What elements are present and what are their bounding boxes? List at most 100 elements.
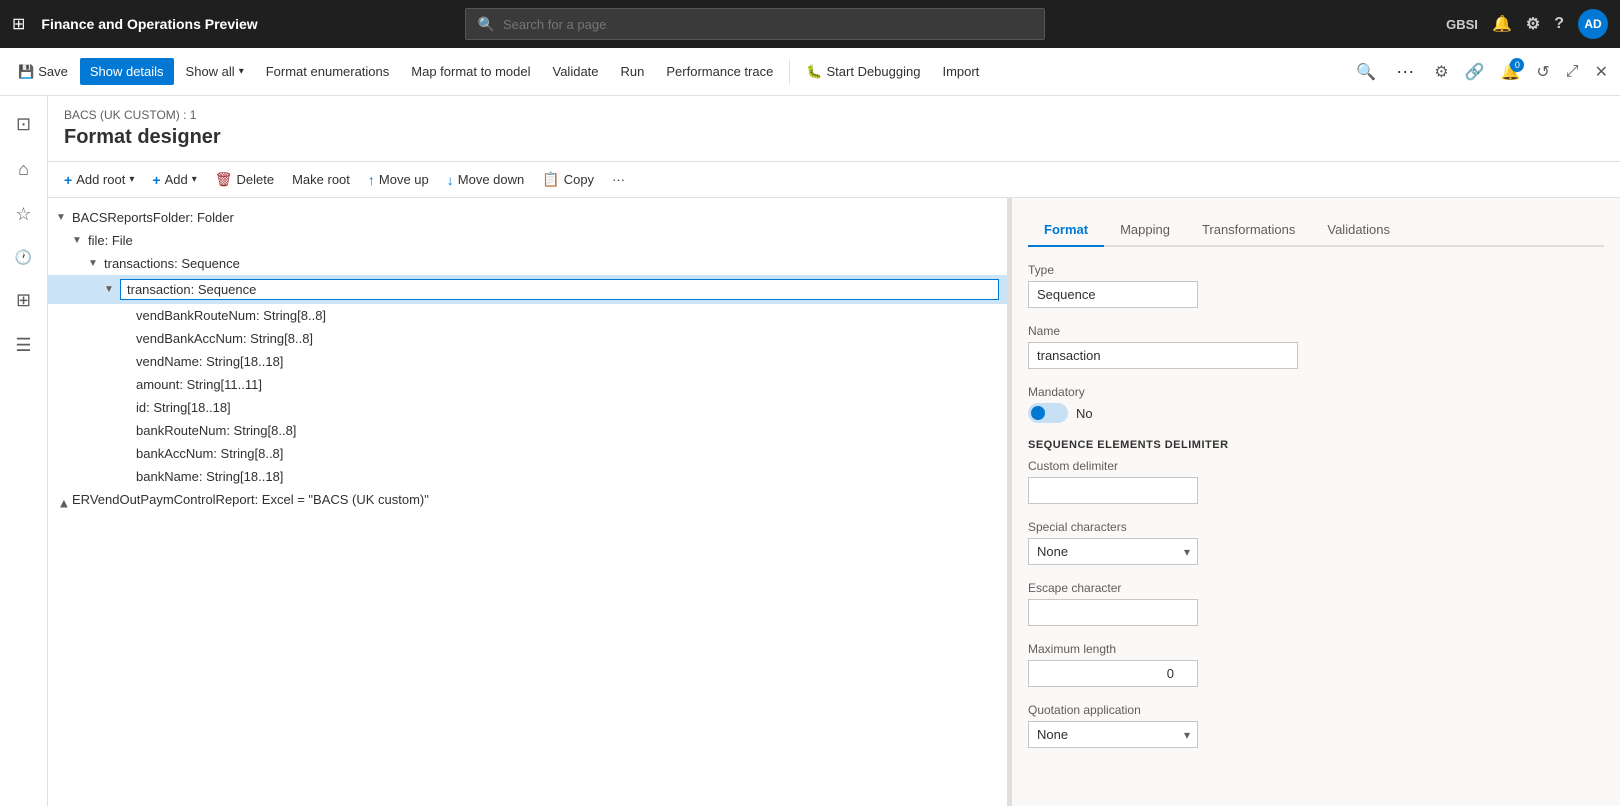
make-root-button[interactable]: Make root	[284, 167, 358, 192]
search-input[interactable]	[503, 17, 1032, 32]
performance-trace-button[interactable]: Performance trace	[656, 58, 783, 85]
custom-delimiter-input[interactable]	[1028, 477, 1198, 504]
expander-file[interactable]: ▼	[72, 235, 88, 246]
gear-icon[interactable]: ⚙	[1526, 14, 1540, 34]
tree-item-vendBankAccNum[interactable]: vendBankAccNum: String[8..8]	[48, 327, 1007, 350]
workspace-icon[interactable]: ⊞	[6, 280, 41, 321]
quotation-select[interactable]: None Single Double	[1028, 721, 1198, 748]
expander-ervendout[interactable]: ▶	[59, 492, 70, 508]
special-chars-select-wrapper: None CR LF CR LF Vertical tab	[1028, 538, 1198, 565]
tab-mapping[interactable]: Mapping	[1104, 214, 1186, 247]
toggle-knob	[1031, 406, 1045, 420]
modules-icon[interactable]: ☰	[5, 325, 41, 366]
map-format-to-model-button[interactable]: Map format to model	[401, 58, 540, 85]
mandatory-toggle-row: No	[1028, 403, 1604, 423]
tree-item-vendBankRouteNum[interactable]: vendBankRouteNum: String[8..8]	[48, 304, 1007, 327]
expander-bacs[interactable]: ▼	[56, 212, 72, 223]
more-button[interactable]: ···	[604, 167, 633, 192]
bell-icon[interactable]: 🔔	[1492, 14, 1512, 34]
help-icon[interactable]: ?	[1554, 15, 1564, 33]
quotation-label: Quotation application	[1028, 703, 1604, 717]
name-group: Name	[1028, 324, 1604, 369]
special-chars-select[interactable]: None CR LF CR LF Vertical tab	[1028, 538, 1198, 565]
special-chars-label: Special characters	[1028, 520, 1604, 534]
tab-format[interactable]: Format	[1028, 214, 1104, 247]
extension-icon[interactable]: 🔗	[1461, 58, 1489, 86]
add-root-icon: +	[64, 172, 72, 188]
show-details-button[interactable]: Show details	[80, 58, 174, 85]
search-cmd-icon[interactable]: 🔍	[1352, 58, 1380, 86]
refresh-icon[interactable]: ↺	[1532, 58, 1553, 86]
tab-validations[interactable]: Validations	[1311, 214, 1406, 247]
max-length-group: Maximum length	[1028, 642, 1604, 687]
expander-transactions[interactable]: ▼	[88, 258, 104, 269]
save-button[interactable]: 💾 Save	[8, 58, 78, 86]
type-input[interactable]	[1028, 281, 1198, 308]
toolbar: + Add root ▾ + Add ▾ 🗑 Delete Make root …	[48, 162, 1620, 198]
user-region: GBSI	[1446, 17, 1478, 32]
customize-icon[interactable]: ⚙	[1430, 58, 1452, 86]
app-title: Finance and Operations Preview	[41, 16, 257, 32]
tree-item-bankRouteNum[interactable]: bankRouteNum: String[8..8]	[48, 419, 1007, 442]
max-length-label: Maximum length	[1028, 642, 1604, 656]
copy-button[interactable]: 📋 Copy	[534, 166, 602, 193]
tree-item-bankName[interactable]: bankName: String[18..18]	[48, 465, 1007, 488]
tab-transformations[interactable]: Transformations	[1186, 214, 1311, 247]
recent-icon[interactable]: 🕐	[5, 239, 42, 276]
more-options-icon[interactable]: ···	[1388, 57, 1422, 86]
max-length-input[interactable]	[1028, 660, 1198, 687]
show-all-button[interactable]: Show all ▾	[176, 58, 254, 85]
quotation-select-wrapper: None Single Double	[1028, 721, 1198, 748]
user-avatar[interactable]: AD	[1578, 9, 1608, 39]
name-input[interactable]	[1028, 342, 1298, 369]
start-debugging-button[interactable]: 🐛 Start Debugging	[796, 58, 930, 86]
tree-item-amount[interactable]: amount: String[11..11]	[48, 373, 1007, 396]
special-chars-group: Special characters None CR LF CR LF Vert…	[1028, 520, 1604, 565]
debug-icon: 🐛	[806, 64, 822, 80]
delete-icon: 🗑	[215, 171, 233, 188]
filter-icon[interactable]: ⊡	[6, 104, 41, 145]
add-root-button[interactable]: + Add root ▾	[56, 167, 142, 193]
add-root-caret-icon: ▾	[129, 174, 134, 185]
close-icon[interactable]: ✕	[1591, 58, 1612, 86]
quotation-group: Quotation application None Single Double	[1028, 703, 1604, 748]
transaction-name-input[interactable]	[120, 279, 999, 300]
tree-item-transactions[interactable]: ▼ transactions: Sequence	[48, 252, 1007, 275]
breadcrumb: BACS (UK CUSTOM) : 1	[64, 108, 1604, 122]
move-up-button[interactable]: ↑ Move up	[360, 167, 437, 193]
add-icon: +	[152, 172, 160, 188]
add-caret-icon: ▾	[192, 174, 197, 185]
format-enumerations-button[interactable]: Format enumerations	[256, 58, 400, 85]
grid-icon[interactable]: ⊞	[12, 14, 25, 34]
run-button[interactable]: Run	[611, 58, 655, 85]
escape-char-input[interactable]	[1028, 599, 1198, 626]
left-sidebar: ⊡ ⌂ ☆ 🕐 ⊞ ☰	[0, 96, 48, 806]
move-down-button[interactable]: ↓ Move down	[439, 167, 532, 193]
delete-button[interactable]: 🗑 Delete	[207, 166, 282, 193]
tree-item-transaction[interactable]: ▼	[48, 275, 1007, 304]
type-label: Type	[1028, 263, 1604, 277]
custom-delimiter-label: Custom delimiter	[1028, 459, 1604, 473]
custom-delimiter-group: Custom delimiter	[1028, 459, 1604, 504]
add-button[interactable]: + Add ▾	[144, 167, 204, 193]
mandatory-label: Mandatory	[1028, 385, 1604, 399]
mandatory-toggle[interactable]	[1028, 403, 1068, 423]
properties-panel: Format Mapping Transformations Validatio…	[1012, 198, 1620, 806]
favorites-icon[interactable]: ☆	[5, 194, 41, 235]
move-up-icon: ↑	[368, 172, 375, 188]
validate-button[interactable]: Validate	[543, 58, 609, 85]
tree-item-bacs[interactable]: ▼ BACSReportsFolder: Folder	[48, 206, 1007, 229]
search-icon: 🔍	[478, 16, 495, 33]
tree-item-vendName[interactable]: vendName: String[18..18]	[48, 350, 1007, 373]
import-button[interactable]: Import	[932, 58, 989, 85]
search-bar[interactable]: 🔍	[465, 8, 1045, 40]
tree-item-ervendout[interactable]: ▶ ERVendOutPaymControlReport: Excel = "B…	[48, 488, 1007, 511]
tree-panel: ▼ BACSReportsFolder: Folder ▼ file: File…	[48, 198, 1008, 806]
home-icon[interactable]: ⌂	[8, 149, 39, 190]
notification-badge-icon[interactable]: 🔔 0	[1496, 58, 1524, 86]
open-external-icon[interactable]: ⤢	[1562, 59, 1583, 85]
tree-item-file[interactable]: ▼ file: File	[48, 229, 1007, 252]
tree-item-id[interactable]: id: String[18..18]	[48, 396, 1007, 419]
expander-transaction[interactable]: ▼	[104, 284, 120, 295]
tree-item-bankAccNum[interactable]: bankAccNum: String[8..8]	[48, 442, 1007, 465]
